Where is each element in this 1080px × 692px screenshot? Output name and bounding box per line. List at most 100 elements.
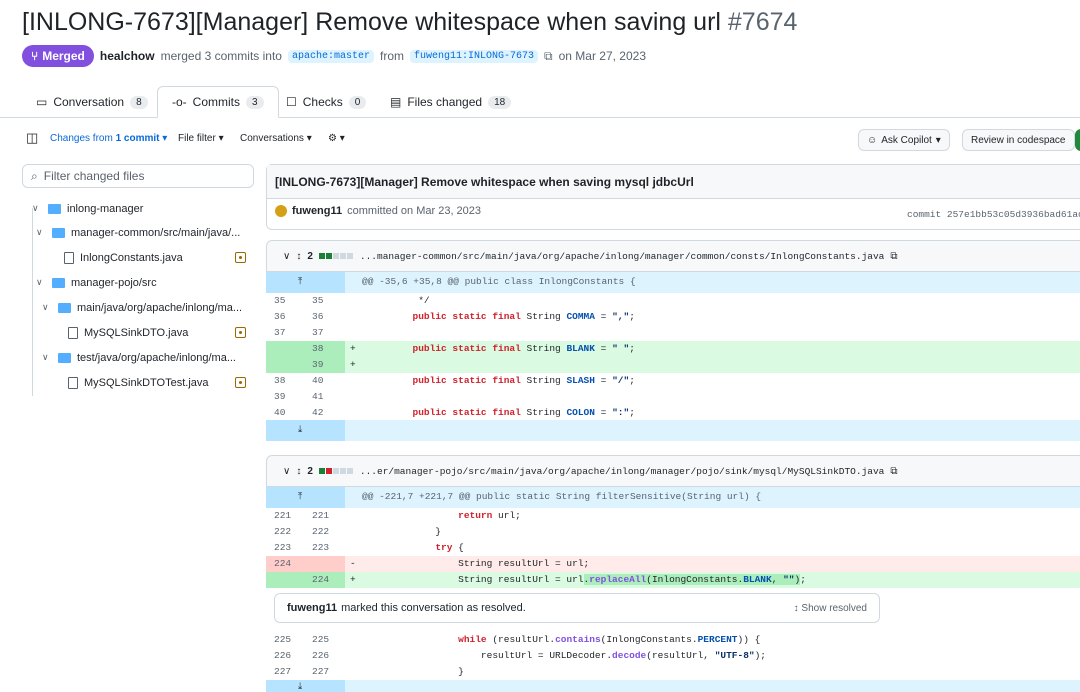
merge-text: merged 3 commits into (160, 49, 282, 63)
changes-from-dropdown[interactable]: Changes from 1 commit ▾ (50, 133, 167, 144)
diff-line: 39 41 (274, 391, 324, 402)
tree-folder-test-java[interactable]: ∨ test/java/org/apache/inlong/ma... (42, 345, 236, 370)
tree-folder-inlong-manager[interactable]: ∨ inlong-manager (32, 196, 143, 221)
expand-up-icon[interactable]: ⤒ (298, 276, 302, 287)
unfold-icon: ↕ (793, 602, 799, 614)
diff-line: 222 222 } (274, 526, 442, 537)
tab-files-changed[interactable]: ▤ Files changed 18 (376, 86, 525, 118)
hunk-footer: ⤓ (266, 680, 1080, 692)
pr-meta: ⑂ Merged healchow merged 3 commits into a… (22, 44, 646, 68)
file-path[interactable]: ...er/manager-pojo/src/main/java/org/apa… (360, 466, 885, 477)
sidebar-toggle-icon[interactable]: ◫ (26, 130, 38, 146)
avatar (275, 205, 287, 217)
modified-icon (235, 327, 246, 338)
author-link[interactable]: healchow (100, 49, 155, 63)
base-branch[interactable]: apache:master (287, 49, 374, 63)
expand-icon[interactable]: ↕ (296, 466, 301, 477)
copilot-icon: ☺ (867, 134, 878, 146)
chevron-down-icon: ∨ (36, 277, 43, 287)
pr-title-text: [INLONG-7673][Manager] Remove whitespace… (22, 8, 721, 36)
from-text: from (379, 49, 404, 63)
pr-tabs: ▭ Conversation 8 -o- Commits 3 ☐ Checks 0 ▤ Fil… (0, 86, 1080, 118)
pr-number: #7674 (727, 8, 798, 36)
expand-down-icon[interactable]: ⤓ (298, 424, 302, 435)
copy-icon[interactable]: ⧉ (890, 466, 897, 477)
diff-line: 37 37 (274, 327, 324, 338)
commit-author[interactable]: fuweng11 (292, 205, 342, 217)
diff-toolbar: ◫ Changes from 1 commit ▾ File filter ▾ … (0, 128, 1080, 154)
folder-icon (48, 203, 61, 214)
resolver-name[interactable]: fuweng11 (287, 602, 337, 614)
tab-count: 8 (130, 95, 148, 109)
diff-line: 221 221 return url; (274, 510, 521, 521)
expand-down-icon[interactable]: ⤓ (298, 681, 302, 692)
diff-main: [INLONG-7673][Manager] Remove whitespace… (266, 160, 1080, 692)
diff-line: 36 36 public static final String COMMA = … (274, 311, 635, 322)
pr-title: [INLONG-7673][Manager] Remove whitespace… (22, 8, 797, 37)
settings-gear-icon[interactable]: ⚙ ▾ (328, 133, 345, 144)
file-icon (68, 326, 78, 339)
conversations-dropdown[interactable]: Conversations ▾ (240, 133, 312, 144)
file-path[interactable]: ...manager-common/src/main/java/org/apac… (360, 251, 885, 262)
tree-file-inlongconstants[interactable]: InlongConstants.java (64, 245, 183, 270)
chevron-down-icon[interactable]: ∨ (283, 466, 290, 477)
change-count: 2 (307, 250, 313, 262)
tree-file-mysqlsinkdto[interactable]: MySQLSinkDTO.java (68, 320, 188, 345)
tab-checks[interactable]: ☐ Checks 0 (272, 86, 380, 118)
merge-icon: ⑂ (31, 49, 39, 63)
diff-line: 223 223 try { (274, 542, 464, 553)
hunk-footer: ⤓ (266, 420, 1080, 441)
tab-conversation[interactable]: ▭ Conversation 8 (22, 86, 162, 118)
file-icon (68, 376, 78, 389)
diff-line: 227 227 } (274, 666, 464, 677)
merged-badge: ⑂ Merged (22, 45, 94, 67)
chevron-down-icon: ∨ (36, 227, 43, 237)
commit-sha[interactable]: commit 257e1bb53c05d3936bad61ac (907, 209, 1080, 220)
commit-box: [INLONG-7673][Manager] Remove whitespace… (266, 164, 1080, 230)
chevron-down-icon: ∨ (42, 352, 49, 362)
copy-icon[interactable]: ⧉ (544, 49, 553, 64)
file-icon (64, 251, 74, 264)
diffstat (318, 251, 354, 262)
tree-folder-main-java[interactable]: ∨ main/java/org/apache/inlong/ma... (42, 295, 242, 320)
diff-line-deleted: 224- String resultUrl = url; (266, 556, 1080, 572)
submit-review-button[interactable] (1075, 129, 1080, 151)
file-tree-sidebar: ⌕ Filter changed files ∨ inlong-manager ∨ m… (0, 160, 260, 692)
tab-commits[interactable]: -o- Commits 3 (157, 86, 279, 118)
commit-author-row: fuweng11 committed on Mar 23, 2023 (275, 205, 481, 217)
expand-up-icon[interactable]: ⤒ (298, 491, 302, 502)
modified-icon (235, 252, 246, 263)
diff-line: 35 35 */ (274, 295, 430, 306)
diff-line: 226 226 resultUrl = URLDecoder.decode(res… (274, 650, 767, 661)
show-resolved-button[interactable]: ↕ Show resolved (794, 603, 867, 614)
comment-icon: ▭ (36, 95, 48, 109)
merge-date: on Mar 27, 2023 (558, 49, 646, 63)
review-codespace-button[interactable]: Review in codespace (962, 129, 1075, 151)
head-branch[interactable]: fuweng11:INLONG-7673 (409, 49, 539, 63)
commit-icon: -o- (172, 95, 187, 109)
search-icon: ⌕ (31, 168, 38, 183)
diffstat (318, 466, 354, 477)
tree-file-mysqlsinkdtotest[interactable]: MySQLSinkDTOTest.java (68, 370, 209, 395)
chevron-down-icon[interactable]: ∨ (283, 251, 290, 262)
filter-files-input[interactable]: ⌕ Filter changed files (22, 164, 254, 188)
folder-icon (58, 352, 71, 363)
resolved-conversation: fuweng11 marked this conversation as reso… (274, 593, 880, 623)
tree-folder-manager-pojo[interactable]: ∨ manager-pojo/src (36, 270, 157, 295)
copy-icon[interactable]: ⧉ (890, 251, 897, 262)
ask-copilot-button[interactable]: ☺ Ask Copilot ▾ (858, 129, 950, 151)
file-filter-dropdown[interactable]: File filter ▾ (178, 133, 224, 144)
commit-message: [INLONG-7673][Manager] Remove whitespace… (267, 165, 1080, 199)
tab-count: 18 (488, 95, 512, 109)
file-header: ∨ ↕ 2 ...er/manager-pojo/src/main/java/o… (266, 455, 1080, 487)
expand-icon[interactable]: ↕ (296, 251, 301, 262)
modified-icon (235, 377, 246, 388)
tree-guide (32, 208, 33, 396)
tree-folder-manager-common[interactable]: ∨ manager-common/src/main/java/... (36, 220, 240, 245)
folder-icon (58, 302, 71, 313)
resolved-text: marked this conversation as resolved. (341, 602, 526, 614)
diff-line-added: 224 + String resultUrl = url.replaceAll(I… (266, 572, 1080, 588)
change-count: 2 (307, 465, 313, 477)
diff-line: 40 42 public static final String COLON = … (274, 407, 635, 418)
diff-line-added: 38 + public static final String BLANK = "… (266, 341, 1080, 357)
